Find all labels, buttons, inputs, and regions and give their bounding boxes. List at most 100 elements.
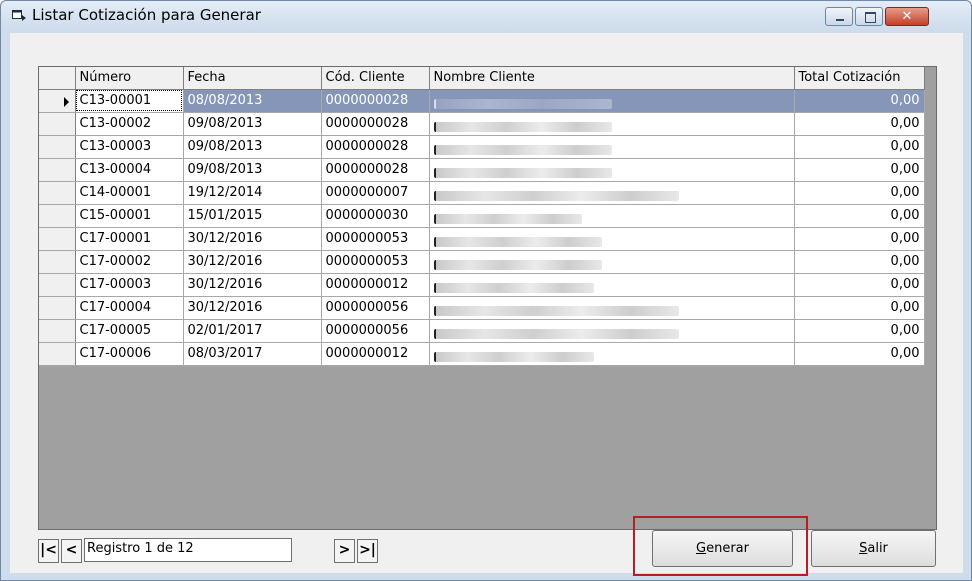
table-row[interactable]: C17-00003 30/12/2016 0000000012 0,00 — [39, 273, 925, 297]
cell-nombre-cliente[interactable] — [429, 227, 795, 251]
table-row[interactable]: C13-00002 09/08/2013 0000000028 0,00 — [39, 112, 925, 136]
cell-nombre-cliente[interactable] — [429, 319, 795, 343]
cell-cod-cliente[interactable]: 0000000030 — [321, 204, 430, 228]
column-header-cod-cliente[interactable]: Cód. Cliente — [321, 67, 430, 90]
cell-cod-cliente[interactable]: 0000000028 — [321, 89, 430, 113]
table-row[interactable]: C17-00006 08/03/2017 0000000012 0,00 — [39, 342, 925, 366]
row-selector[interactable] — [39, 296, 76, 320]
row-selector[interactable] — [39, 89, 76, 113]
row-selector[interactable] — [39, 204, 76, 228]
cell-nombre-cliente[interactable] — [429, 181, 795, 205]
row-selector[interactable] — [39, 112, 76, 136]
cell-total-cotizacion[interactable]: 0,00 — [794, 342, 925, 366]
row-selector[interactable] — [39, 158, 76, 182]
cell-fecha[interactable]: 30/12/2016 — [183, 296, 322, 320]
cell-numero[interactable]: C17-00002 — [75, 250, 184, 274]
cell-numero[interactable]: C17-00001 — [75, 227, 184, 251]
table-row[interactable]: C15-00001 15/01/2015 0000000030 0,00 — [39, 204, 925, 228]
close-button[interactable]: ✕ — [885, 7, 929, 26]
table-row[interactable]: C17-00005 02/01/2017 0000000056 0,00 — [39, 319, 925, 343]
cell-fecha[interactable]: 15/01/2015 — [183, 204, 322, 228]
table-row[interactable]: C17-00004 30/12/2016 0000000056 0,00 — [39, 296, 925, 320]
cell-fecha[interactable]: 09/08/2013 — [183, 112, 322, 136]
column-header-numero[interactable]: Número — [75, 67, 184, 90]
maximize-button[interactable] — [855, 7, 883, 26]
cell-cod-cliente[interactable]: 0000000028 — [321, 135, 430, 159]
cell-total-cotizacion[interactable]: 0,00 — [794, 204, 925, 228]
cell-cod-cliente[interactable]: 0000000028 — [321, 112, 430, 136]
table-row[interactable]: C13-00004 09/08/2013 0000000028 0,00 — [39, 158, 925, 182]
first-record-button[interactable]: |< — [38, 539, 59, 563]
cell-numero[interactable]: C17-00005 — [75, 319, 184, 343]
previous-record-button[interactable]: < — [61, 539, 82, 563]
cell-numero[interactable]: C17-00006 — [75, 342, 184, 366]
cell-cod-cliente[interactable]: 0000000012 — [321, 273, 430, 297]
cell-cod-cliente[interactable]: 0000000056 — [321, 319, 430, 343]
cell-fecha[interactable]: 30/12/2016 — [183, 227, 322, 251]
next-record-button[interactable]: > — [334, 539, 355, 563]
cell-nombre-cliente[interactable] — [429, 112, 795, 136]
minimize-button[interactable] — [825, 7, 853, 26]
quotation-grid[interactable]: Número Fecha Cód. Cliente Nombre Cliente… — [38, 66, 937, 530]
cell-total-cotizacion[interactable]: 0,00 — [794, 296, 925, 320]
cell-total-cotizacion[interactable]: 0,00 — [794, 158, 925, 182]
cell-cod-cliente[interactable]: 0000000028 — [321, 158, 430, 182]
cell-fecha[interactable]: 09/08/2013 — [183, 135, 322, 159]
cell-fecha[interactable]: 09/08/2013 — [183, 158, 322, 182]
row-selector[interactable] — [39, 135, 76, 159]
column-header-total[interactable]: Total Cotización — [794, 67, 925, 90]
cell-numero[interactable]: C15-00001 — [75, 204, 184, 228]
cell-nombre-cliente[interactable] — [429, 273, 795, 297]
cell-total-cotizacion[interactable]: 0,00 — [794, 112, 925, 136]
row-selector[interactable] — [39, 273, 76, 297]
cell-total-cotizacion[interactable]: 0,00 — [794, 135, 925, 159]
cell-nombre-cliente[interactable] — [429, 342, 795, 366]
cell-fecha[interactable]: 30/12/2016 — [183, 273, 322, 297]
cell-cod-cliente[interactable]: 0000000053 — [321, 227, 430, 251]
table-row[interactable]: C13-00003 09/08/2013 0000000028 0,00 — [39, 135, 925, 159]
salir-button[interactable]: Salir — [811, 530, 936, 567]
cell-nombre-cliente[interactable] — [429, 158, 795, 182]
cell-cod-cliente[interactable]: 0000000056 — [321, 296, 430, 320]
cell-total-cotizacion[interactable]: 0,00 — [794, 250, 925, 274]
column-header-nombre-cliente[interactable]: Nombre Cliente — [429, 67, 795, 90]
cell-nombre-cliente[interactable] — [429, 204, 795, 228]
row-selector[interactable] — [39, 181, 76, 205]
cell-numero[interactable]: C14-00001 — [75, 181, 184, 205]
cell-nombre-cliente[interactable] — [429, 296, 795, 320]
table-row[interactable]: C17-00001 30/12/2016 0000000053 0,00 — [39, 227, 925, 251]
cell-fecha[interactable]: 08/08/2013 — [183, 89, 322, 113]
row-selector[interactable] — [39, 227, 76, 251]
record-indicator[interactable]: Registro 1 de 12 — [84, 538, 292, 562]
cell-total-cotizacion[interactable]: 0,00 — [794, 89, 925, 113]
row-selector[interactable] — [39, 319, 76, 343]
row-selector[interactable] — [39, 342, 76, 366]
cell-fecha[interactable]: 30/12/2016 — [183, 250, 322, 274]
cell-total-cotizacion[interactable]: 0,00 — [794, 273, 925, 297]
cell-cod-cliente[interactable]: 0000000012 — [321, 342, 430, 366]
title-bar[interactable]: Listar Cotización para Generar ✕ — [1, 1, 971, 29]
table-row[interactable]: C14-00001 19/12/2014 0000000007 0,00 — [39, 181, 925, 205]
cell-numero[interactable]: C13-00003 — [75, 135, 184, 159]
cell-total-cotizacion[interactable]: 0,00 — [794, 181, 925, 205]
row-selector[interactable] — [39, 250, 76, 274]
cell-numero[interactable]: C17-00003 — [75, 273, 184, 297]
column-header-fecha[interactable]: Fecha — [183, 67, 322, 90]
cell-total-cotizacion[interactable]: 0,00 — [794, 227, 925, 251]
cell-numero[interactable]: C13-00002 — [75, 112, 184, 136]
cell-numero[interactable]: C13-00004 — [75, 158, 184, 182]
last-record-button[interactable]: >| — [357, 539, 378, 563]
cell-numero[interactable]: C13-00001 — [75, 89, 184, 113]
cell-cod-cliente[interactable]: 0000000007 — [321, 181, 430, 205]
cell-fecha[interactable]: 02/01/2017 — [183, 319, 322, 343]
table-row[interactable]: C13-00001 08/08/2013 0000000028 0,00 — [39, 89, 925, 113]
cell-numero[interactable]: C17-00004 — [75, 296, 184, 320]
cell-fecha[interactable]: 19/12/2014 — [183, 181, 322, 205]
cell-nombre-cliente[interactable] — [429, 135, 795, 159]
cell-cod-cliente[interactable]: 0000000053 — [321, 250, 430, 274]
cell-fecha[interactable]: 08/03/2017 — [183, 342, 322, 366]
table-row[interactable]: C17-00002 30/12/2016 0000000053 0,00 — [39, 250, 925, 274]
cell-nombre-cliente[interactable] — [429, 250, 795, 274]
cell-total-cotizacion[interactable]: 0,00 — [794, 319, 925, 343]
cell-nombre-cliente[interactable] — [429, 89, 795, 113]
